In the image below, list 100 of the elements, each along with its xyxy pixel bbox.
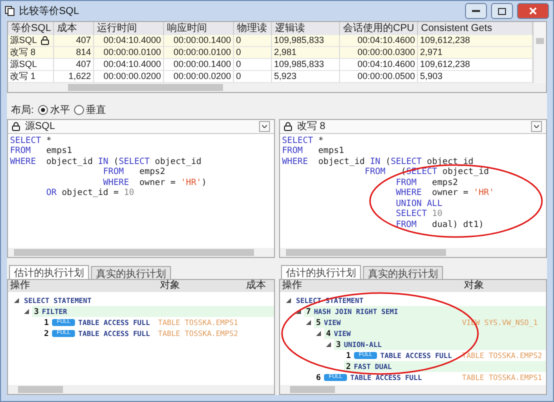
plan-tab[interactable]: 估计的执行计划 — [281, 265, 361, 280]
dropdown-button[interactable] — [259, 120, 270, 132]
table-cell: 00:00:00.0200 — [103, 71, 161, 82]
code-line: WHERE owner = 'HR') — [102, 178, 207, 188]
table-cell: 改写 1 — [10, 71, 36, 82]
layout-label: 布局: — [11, 104, 34, 117]
table-cell: 2,981 — [274, 47, 297, 58]
column-header[interactable]: 等价SQL — [8, 22, 54, 35]
lock-icon — [284, 122, 292, 131]
code-line: WHERE owner = 'HR' — [394, 188, 494, 199]
radio-button[interactable] — [74, 104, 84, 115]
result-row[interactable]: 源SQL 407 00:04:10.4000 00:00:00.1400 0 109,985,833 00:04:10.4600 109,612,238 — [8, 59, 533, 71]
expander-icon[interactable] — [306, 320, 311, 326]
plan-tab[interactable]: 真实的执行计划 — [91, 266, 171, 280]
code-line: FROM dual) dt1) — [394, 220, 484, 230]
column-header: 对象 — [159, 280, 181, 292]
pane-title: 改写 8 — [297, 120, 326, 134]
minimize-button[interactable] — [465, 3, 487, 19]
expander-icon[interactable] — [14, 298, 19, 304]
plan-tab[interactable]: 估计的执行计划 — [9, 265, 89, 280]
step-number: 3 — [34, 306, 39, 317]
expander-icon[interactable] — [296, 309, 301, 314]
column-header: 对象 — [463, 280, 485, 292]
lock-icon — [12, 122, 20, 131]
table-cell: 1,622 — [68, 71, 91, 82]
code-line: OR object_id = 10 — [45, 188, 134, 199]
code-line: SELECT 10 — [394, 209, 442, 220]
scrollbar[interactable] — [280, 248, 546, 258]
table-cell: 109,985,833 — [274, 35, 324, 46]
plan-tab[interactable]: 真实的执行计划 — [363, 266, 443, 280]
table-cell: 0 — [236, 71, 242, 82]
step-number: 1 — [44, 318, 49, 328]
step-number: 6 — [316, 372, 321, 383]
table-cell: 5,903 — [420, 71, 443, 82]
table-cell: 源SQL — [10, 35, 38, 46]
table-cell: 109,612,238 — [420, 59, 470, 70]
step-number: 2 — [44, 328, 49, 339]
result-row[interactable]: 改写 1 1,622 00:00:00.0200 00:00:00.0200 0 5,923 00:00:00.0500 5,903 — [8, 71, 533, 83]
code-line: FROM emps1 — [10, 146, 72, 157]
table-cell: 814 — [76, 47, 91, 58]
column-header: 成本 — [245, 280, 267, 292]
result-row[interactable]: 改写 8 814 00:00:00.0100 00:00:00.0100 0 2,981 00:00:00.0300 2,971 — [8, 47, 533, 59]
minimize-icon — [472, 10, 480, 12]
expander-icon[interactable] — [326, 342, 331, 348]
close-icon — [529, 7, 537, 15]
table-cell: 407 — [76, 35, 91, 46]
table-cell: 0 — [236, 47, 242, 58]
table-cell: 00:00:00.1400 — [173, 59, 231, 70]
table-cell: 00:04:10.4000 — [103, 35, 161, 46]
expander-icon[interactable] — [24, 309, 29, 314]
step-number: 2 — [346, 362, 351, 372]
code-line: SELECT * — [282, 136, 324, 146]
table-cell: 00:00:00.0100 — [103, 47, 161, 58]
window-icon — [5, 6, 15, 16]
table-cell: 00:04:10.4600 — [357, 35, 415, 46]
maximize-button[interactable] — [491, 3, 513, 19]
scrollbar[interactable] — [8, 248, 274, 258]
column-header[interactable]: 成本 — [54, 22, 94, 35]
table-cell: 00:00:00.1400 — [173, 35, 231, 46]
scrollbar[interactable] — [8, 83, 546, 92]
result-row[interactable]: 源SQL 407 00:04:10.4000 00:00:00.1400 0 109,985,833 00:04:10.4600 109,612,238 — [8, 35, 533, 47]
radio-label[interactable]: 垂直 — [86, 102, 106, 117]
table-cell: 00:00:00.0100 — [173, 47, 231, 58]
table-cell: 2,971 — [420, 47, 443, 58]
scrollbar[interactable] — [280, 385, 546, 394]
dropdown-button[interactable] — [531, 120, 542, 132]
table-cell: 00:04:10.4600 — [357, 59, 415, 70]
table-cell: 00:04:10.4000 — [103, 59, 161, 70]
table-cell: 00:00:00.0300 — [357, 47, 415, 58]
code-line: FROM emps2 — [102, 167, 166, 178]
scrollbar[interactable] — [8, 385, 274, 394]
code-line: FROM emps1 — [282, 146, 344, 157]
table-cell: 0 — [236, 59, 242, 70]
column-header[interactable]: 运行时间 — [94, 22, 164, 35]
step-number: 3 — [336, 340, 341, 350]
expander-icon[interactable] — [286, 298, 291, 304]
column-header[interactable]: 会话使用的CPU — [340, 22, 418, 35]
radio-label[interactable]: 水平 — [50, 102, 70, 117]
code-line: WHERE object_id IN (SELECT object_id — [10, 156, 202, 168]
table-cell: 00:00:00.0500 — [357, 71, 415, 82]
table-cell: 109,612,238 — [420, 35, 470, 46]
close-button[interactable] — [517, 3, 549, 19]
table-cell: 源SQL — [10, 59, 38, 70]
table-cell: 407 — [76, 59, 91, 70]
scrollbar[interactable] — [533, 22, 546, 83]
step-number: 1 — [346, 350, 351, 361]
column-header: 操作 — [9, 280, 31, 292]
expander-icon[interactable] — [316, 331, 321, 336]
radio-button[interactable] — [38, 104, 48, 115]
pane-title: 源SQL — [25, 120, 56, 134]
code-line: UNION ALL — [394, 198, 442, 210]
table-cell: 00:00:00.0200 — [173, 71, 231, 82]
column-header[interactable]: 物理读 — [234, 22, 272, 35]
code-line: WHERE object_id IN (SELECT object_id — [282, 156, 474, 168]
table-cell: 109,985,833 — [274, 59, 324, 70]
column-header[interactable]: 逻辑读 — [272, 22, 340, 35]
step-number: 4 — [326, 328, 331, 339]
window-title: 比较等价SQL — [19, 4, 80, 18]
column-header: 操作 — [281, 280, 303, 292]
column-header[interactable]: 响应时间 — [164, 22, 234, 35]
